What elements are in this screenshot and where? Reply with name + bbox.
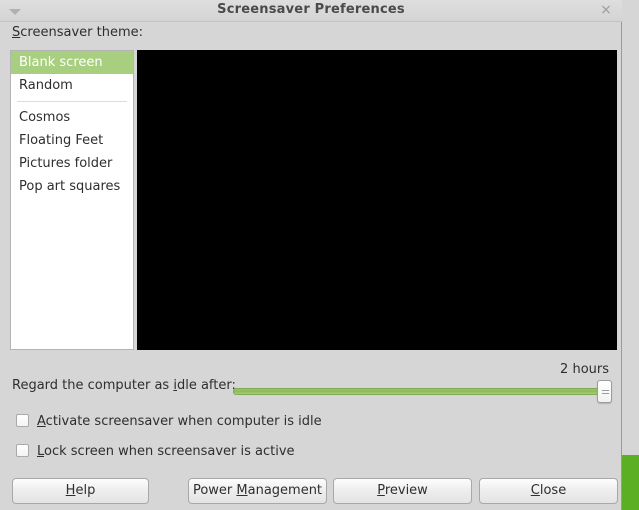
list-item[interactable]: Random bbox=[11, 74, 133, 97]
checkbox-label-post: ctivate screensaver when computer is idl… bbox=[45, 414, 322, 429]
checkbox-lock-screen[interactable]: Lock screen when screensaver is active bbox=[16, 444, 295, 459]
power-button-post: anagement bbox=[247, 483, 323, 498]
idle-label-pre: Regard the computer as bbox=[12, 378, 174, 393]
checkbox-label-mnemonic: A bbox=[37, 414, 46, 429]
help-button-mnemonic: H bbox=[65, 483, 76, 498]
list-item[interactable]: Floating Feet bbox=[11, 129, 133, 152]
preview-button-mnemonic: P bbox=[377, 483, 385, 498]
screen-root: Screensaver Preferences × Screensaver th… bbox=[0, 0, 639, 510]
screensaver-preferences-window: Screensaver Preferences × Screensaver th… bbox=[0, 0, 622, 510]
list-item[interactable]: Pop art squares bbox=[11, 175, 133, 198]
desktop-background-strip bbox=[622, 455, 639, 510]
slider-handle[interactable] bbox=[597, 380, 612, 403]
checkbox-label-post: ock screen when screensaver is active bbox=[44, 444, 295, 459]
checkbox-label-mnemonic: L bbox=[37, 444, 45, 459]
theme-list[interactable]: Blank screen Random Cosmos Floating Feet… bbox=[10, 50, 134, 350]
power-button-mnemonic: M bbox=[236, 483, 248, 498]
idle-label-post: dle after: bbox=[176, 378, 236, 393]
desktop-background-top bbox=[622, 0, 639, 455]
window-title: Screensaver Preferences bbox=[217, 2, 405, 17]
list-item[interactable]: Blank screen bbox=[11, 51, 133, 74]
screensaver-preview[interactable] bbox=[137, 50, 617, 350]
theme-label: Screensaver theme: bbox=[12, 25, 143, 40]
preview-button[interactable]: Preview bbox=[333, 478, 472, 504]
power-button-pre: Power bbox=[192, 483, 237, 498]
slider-track[interactable] bbox=[233, 388, 612, 395]
power-management-button[interactable]: Power Management bbox=[188, 478, 327, 504]
theme-label-rest: creensaver theme: bbox=[20, 25, 143, 40]
checkbox-icon[interactable] bbox=[16, 414, 29, 427]
close-button[interactable]: Close bbox=[479, 478, 618, 504]
titlebar: Screensaver Preferences × bbox=[0, 0, 622, 22]
list-separator bbox=[17, 101, 127, 102]
idle-value-label: 2 hours bbox=[560, 362, 609, 377]
close-button-mnemonic: C bbox=[530, 483, 540, 498]
close-icon[interactable]: × bbox=[598, 2, 614, 18]
idle-label: Regard the computer as idle after: bbox=[12, 378, 236, 393]
help-button[interactable]: Help bbox=[12, 478, 149, 504]
list-item[interactable]: Pictures folder bbox=[11, 152, 133, 175]
help-button-post: elp bbox=[75, 483, 96, 498]
checkbox-activate-screensaver[interactable]: Activate screensaver when computer is id… bbox=[16, 414, 322, 429]
preview-button-post: review bbox=[384, 483, 428, 498]
checkbox-icon[interactable] bbox=[16, 444, 29, 457]
close-button-post: lose bbox=[539, 483, 567, 498]
list-item[interactable]: Cosmos bbox=[11, 106, 133, 129]
idle-time-slider[interactable] bbox=[233, 380, 612, 403]
